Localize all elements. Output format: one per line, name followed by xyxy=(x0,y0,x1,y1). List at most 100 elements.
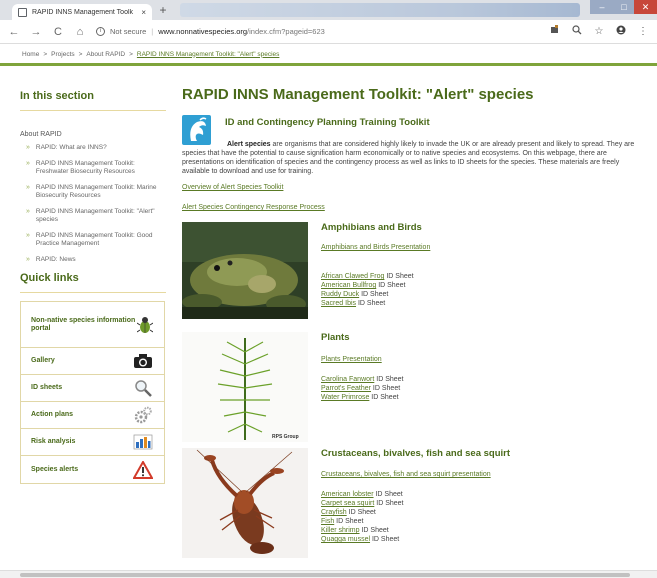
security-label: Not secure xyxy=(110,27,147,36)
id-sheet-suffix: ID Sheet xyxy=(359,527,389,534)
id-sheet-link[interactable]: Carolina Fanwort xyxy=(321,376,374,383)
id-sheet-link[interactable]: Parrot's Feather xyxy=(321,385,371,392)
breadcrumb-about[interactable]: About RAPID xyxy=(86,51,125,58)
sidebar-item[interactable]: » RAPID INNS Management Toolkit: Marine B… xyxy=(20,184,166,200)
browser-toolbar: ← → C ⌂ i Not secure | www.nonnativespec… xyxy=(0,20,657,44)
id-sheet-item: Fish ID Sheet xyxy=(321,517,404,526)
close-tab-icon[interactable]: × xyxy=(141,8,146,17)
section-heading: Crustaceans, bivalves, fish and sea squi… xyxy=(321,448,511,459)
chevron-right-icon: » xyxy=(26,184,30,191)
breadcrumb-home[interactable]: Home xyxy=(22,51,39,58)
id-sheet-link[interactable]: Carpet sea squirt xyxy=(321,500,374,507)
breadcrumb-current[interactable]: RAPID INNS Management Toolkit: "Alert" s… xyxy=(137,51,280,58)
quick-link-id-sheets[interactable]: ID sheets xyxy=(21,375,164,402)
forward-arrow-icon[interactable]: → xyxy=(30,26,42,38)
id-sheet-suffix: ID Sheet xyxy=(356,300,386,307)
sidebar-item[interactable]: » RAPID: News xyxy=(20,256,166,264)
breadcrumb-separator: > xyxy=(43,50,48,58)
id-sheet-item: Water Primrose ID Sheet xyxy=(321,393,404,402)
chevron-right-icon: » xyxy=(26,208,30,215)
sidebar-list: » RAPID: What are INNS? » RAPID INNS Manag… xyxy=(20,144,166,264)
presentation-link[interactable]: Amphibians and Birds Presentation xyxy=(321,244,430,251)
id-sheet-link[interactable]: Ruddy Duck xyxy=(321,291,359,298)
maximize-button[interactable]: □ xyxy=(614,0,634,14)
id-sheet-item: American Bullfrog ID Sheet xyxy=(321,281,414,290)
sidebar-item[interactable]: » RAPID: What are INNS? xyxy=(20,144,166,152)
breadcrumb: Home > Projects > About RAPID > RAPID IN… xyxy=(0,45,657,66)
id-sheet-link[interactable]: American Bullfrog xyxy=(321,282,376,289)
id-sheet-suffix: ID Sheet xyxy=(374,376,404,383)
id-sheet-link[interactable]: Killer shrimp xyxy=(321,527,360,534)
id-sheet-list: African Clawed Frog ID Sheet American Bu… xyxy=(321,272,414,308)
id-sheet-suffix: ID Sheet xyxy=(384,273,414,280)
reload-icon[interactable]: C xyxy=(52,26,64,38)
tab-title: RAPID INNS Management Toolk xyxy=(32,8,134,16)
horizontal-scrollbar[interactable] xyxy=(0,570,657,578)
presentation-link[interactable]: Plants Presentation xyxy=(321,356,382,363)
id-sheet-link[interactable]: Fish xyxy=(321,518,334,525)
menu-icon[interactable]: ⋮ xyxy=(637,26,649,37)
id-sheet-link[interactable]: Water Primrose xyxy=(321,394,369,401)
sidebar: In this section About RAPID » RAPID: What… xyxy=(20,66,166,484)
id-sheet-link[interactable]: African Clawed Frog xyxy=(321,273,384,280)
home-icon[interactable]: ⌂ xyxy=(74,26,86,38)
sidebar-item[interactable]: » RAPID INNS Management Toolkit: "Alert" … xyxy=(20,208,166,224)
chevron-right-icon: » xyxy=(26,160,30,167)
contingency-link[interactable]: Alert Species Contingency Response Proce… xyxy=(182,204,325,211)
quick-links-box: Non-native species information portal Ga… xyxy=(20,301,165,484)
sidebar-item[interactable]: » RAPID INNS Management Toolkit: Good Pra… xyxy=(20,232,166,248)
intro-bold-term: Alert species xyxy=(227,141,271,148)
breadcrumb-separator: > xyxy=(78,50,83,58)
section-heading: Amphibians and Birds xyxy=(321,222,422,233)
warning-icon xyxy=(132,460,154,480)
id-sheet-item: Crayfish ID Sheet xyxy=(321,508,404,517)
info-icon[interactable]: i xyxy=(96,27,105,36)
section-heading: Plants xyxy=(321,332,350,343)
id-sheet-link[interactable]: Sacred Ibis xyxy=(321,300,356,307)
browser-tab[interactable]: RAPID INNS Management Toolk × xyxy=(12,4,152,20)
sidebar-item-label: RAPID INNS Management Toolkit: "Alert" s… xyxy=(35,208,155,223)
id-sheet-item: African Clawed Frog ID Sheet xyxy=(321,272,414,281)
section-amphibians-birds: Amphibians and Birds Amphibians and Bird… xyxy=(182,222,642,322)
magnifier-icon xyxy=(132,378,154,398)
id-sheet-link[interactable]: Crayfish xyxy=(321,509,347,516)
id-sheet-item: Parrot's Feather ID Sheet xyxy=(321,384,404,393)
presentation-link[interactable]: Crustaceans, bivalves, fish and sea squi… xyxy=(321,471,491,478)
close-window-button[interactable]: ✕ xyxy=(634,0,657,14)
quick-link-species-alerts[interactable]: Species alerts xyxy=(21,456,164,483)
id-sheet-suffix: ID Sheet xyxy=(370,536,400,543)
sidebar-item-label: RAPID INNS Management Toolkit: Good Prac… xyxy=(35,232,153,247)
quick-link-action-plans[interactable]: Action plans xyxy=(21,402,164,429)
id-sheet-link[interactable]: American lobster xyxy=(321,491,374,498)
extension-icon[interactable] xyxy=(549,25,561,38)
quick-link-gallery[interactable]: Gallery xyxy=(21,348,164,375)
scrollbar-thumb[interactable] xyxy=(20,573,630,577)
id-sheet-item: Sacred Ibis ID Sheet xyxy=(321,299,414,308)
camera-icon xyxy=(132,351,154,371)
id-sheet-item: Killer shrimp ID Sheet xyxy=(321,526,404,535)
zoom-icon[interactable] xyxy=(571,25,583,38)
quick-link-portal[interactable]: Non-native species information portal xyxy=(21,302,164,348)
page-icon xyxy=(18,7,27,17)
minimize-button[interactable]: – xyxy=(590,0,614,14)
id-sheet-list: American lobster ID Sheet Carpet sea squ… xyxy=(321,490,404,544)
breadcrumb-separator: > xyxy=(129,50,133,58)
url-host: www.nonnativespecies.org xyxy=(158,27,248,36)
id-sheet-item: Carolina Fanwort ID Sheet xyxy=(321,375,404,384)
chevron-right-icon: » xyxy=(26,232,30,239)
account-icon[interactable] xyxy=(615,25,627,38)
quick-link-risk-analysis[interactable]: Risk analysis xyxy=(21,429,164,456)
overview-link[interactable]: Overview of Alert Species Toolkit xyxy=(182,184,283,191)
quick-link-label: Action plans xyxy=(31,411,74,418)
bookmark-star-icon[interactable]: ☆ xyxy=(593,26,605,37)
window-background xyxy=(180,3,580,17)
id-sheet-link[interactable]: Quagga mussel xyxy=(321,536,370,543)
address-bar[interactable]: i Not secure | www.nonnativespecies.org/… xyxy=(96,27,539,36)
sidebar-about-link[interactable]: About RAPID xyxy=(20,131,166,138)
sidebar-item[interactable]: » RAPID INNS Management Toolkit: Freshwat… xyxy=(20,160,166,176)
plant-photo: RPS Group xyxy=(182,332,308,442)
gears-icon xyxy=(132,405,154,425)
back-arrow-icon[interactable]: ← xyxy=(8,26,20,38)
new-tab-button[interactable]: + xyxy=(156,4,170,17)
breadcrumb-projects[interactable]: Projects xyxy=(51,51,74,58)
